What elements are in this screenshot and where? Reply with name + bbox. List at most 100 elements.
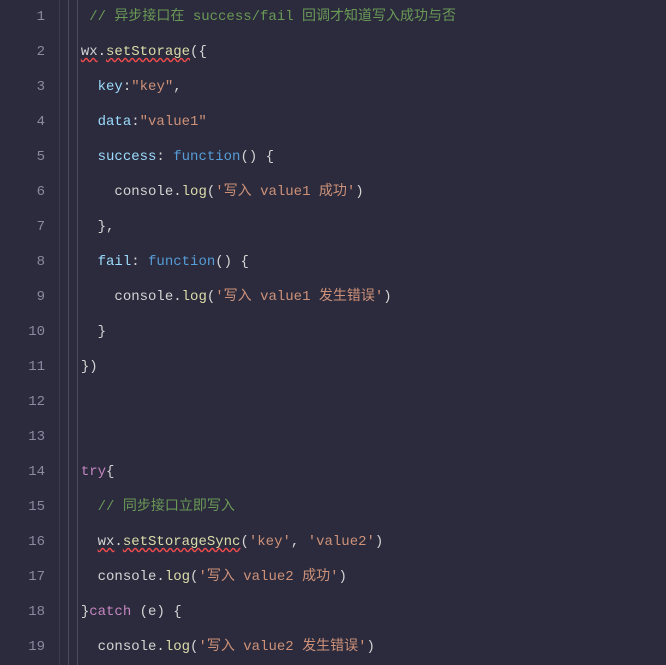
code-line[interactable]: console.log('写入 value1 成功') — [60, 175, 666, 210]
line-number: 16 — [0, 525, 59, 560]
line-number: 19 — [0, 630, 59, 665]
code-token: setStorage — [106, 44, 190, 60]
code-token: // 异步接口在 success/fail 回调才知道写入成功与否 — [89, 9, 456, 25]
indent — [64, 324, 98, 340]
code-token: ) — [338, 569, 346, 585]
code-token: ) — [375, 534, 383, 550]
code-line[interactable]: wx.setStorageSync('key', 'value2') — [60, 525, 666, 560]
code-token: console — [114, 289, 173, 305]
code-line[interactable]: try{ — [60, 455, 666, 490]
indent — [64, 219, 98, 235]
code-token: 'value2' — [308, 534, 375, 550]
code-token: log — [182, 289, 207, 305]
indent — [64, 254, 98, 270]
code-token: data — [98, 114, 132, 130]
code-token: } — [81, 604, 89, 620]
line-number: 2 — [0, 35, 59, 70]
line-number: 14 — [0, 455, 59, 490]
code-token: '写入 value2 发生错误' — [198, 639, 366, 655]
code-token: ({ — [190, 44, 207, 60]
code-token: ( — [240, 534, 248, 550]
code-token: (e) { — [131, 604, 181, 620]
code-line[interactable]: }) — [60, 350, 666, 385]
indent — [64, 639, 98, 655]
code-token: try — [81, 464, 106, 480]
code-line[interactable]: key:"key", — [60, 70, 666, 105]
indent — [64, 79, 98, 95]
code-token: 'key' — [249, 534, 291, 550]
line-number: 17 — [0, 560, 59, 595]
line-number: 7 — [0, 210, 59, 245]
indent — [64, 184, 114, 200]
code-token: } — [98, 324, 106, 340]
code-line[interactable]: // 同步接口立即写入 — [60, 490, 666, 525]
line-number: 9 — [0, 280, 59, 315]
code-token: , — [291, 534, 308, 550]
line-number: 15 — [0, 490, 59, 525]
code-token: catch — [89, 604, 131, 620]
code-token: () { — [215, 254, 249, 270]
line-number-gutter: 12345678910111213141516171819 — [0, 0, 60, 665]
code-line[interactable] — [60, 420, 666, 455]
indent — [64, 289, 114, 305]
code-token: '写入 value1 发生错误' — [215, 289, 383, 305]
code-token: : — [131, 114, 139, 130]
code-line[interactable] — [60, 385, 666, 420]
code-token: // 同步接口立即写入 — [98, 499, 235, 515]
indent — [64, 359, 81, 375]
code-token: : — [123, 79, 131, 95]
code-token: "key" — [131, 79, 173, 95]
code-lines[interactable]: // 异步接口在 success/fail 回调才知道写入成功与否 wx.set… — [60, 0, 666, 665]
line-number: 1 — [0, 0, 59, 35]
code-line[interactable]: fail: function() { — [60, 245, 666, 280]
line-number: 11 — [0, 350, 59, 385]
code-token: ) — [355, 184, 363, 200]
code-token: function — [173, 149, 240, 165]
code-line[interactable]: data:"value1" — [60, 105, 666, 140]
code-token: log — [182, 184, 207, 200]
indent — [64, 499, 98, 515]
code-token: '写入 value1 成功' — [215, 184, 355, 200]
code-token: log — [165, 639, 190, 655]
code-editor[interactable]: 12345678910111213141516171819 // 异步接口在 s… — [0, 0, 666, 665]
code-token: "value1" — [140, 114, 207, 130]
code-token: . — [156, 639, 164, 655]
code-line[interactable]: console.log('写入 value1 发生错误') — [60, 280, 666, 315]
code-token: : — [131, 254, 148, 270]
code-token: ) — [366, 639, 374, 655]
code-token: console — [114, 184, 173, 200]
code-token: . — [98, 44, 106, 60]
code-token: . — [173, 184, 181, 200]
code-token: . — [114, 534, 122, 550]
indent — [64, 534, 98, 550]
code-token: }) — [81, 359, 98, 375]
code-line[interactable]: }catch (e) { — [60, 595, 666, 630]
line-number: 13 — [0, 420, 59, 455]
line-number: 6 — [0, 175, 59, 210]
code-area[interactable]: // 异步接口在 success/fail 回调才知道写入成功与否 wx.set… — [60, 0, 666, 665]
code-line[interactable]: wx.setStorage({ — [60, 35, 666, 70]
indent — [64, 149, 98, 165]
code-token: . — [173, 289, 181, 305]
code-line[interactable]: success: function() { — [60, 140, 666, 175]
code-token: . — [156, 569, 164, 585]
code-token: function — [148, 254, 215, 270]
code-token: : — [156, 149, 173, 165]
code-token: console — [98, 569, 157, 585]
code-token: log — [165, 569, 190, 585]
line-number: 4 — [0, 105, 59, 140]
code-token: success — [98, 149, 157, 165]
code-line[interactable]: }, — [60, 210, 666, 245]
indent — [64, 464, 81, 480]
code-line[interactable]: } — [60, 315, 666, 350]
line-number: 18 — [0, 595, 59, 630]
code-line[interactable]: // 异步接口在 success/fail 回调才知道写入成功与否 — [60, 0, 666, 35]
indent — [64, 44, 81, 60]
code-token: , — [173, 79, 181, 95]
code-line[interactable]: console.log('写入 value2 发生错误') — [60, 630, 666, 665]
line-number: 8 — [0, 245, 59, 280]
code-token: }, — [98, 219, 115, 235]
indent — [64, 569, 98, 585]
code-line[interactable]: console.log('写入 value2 成功') — [60, 560, 666, 595]
line-number: 10 — [0, 315, 59, 350]
